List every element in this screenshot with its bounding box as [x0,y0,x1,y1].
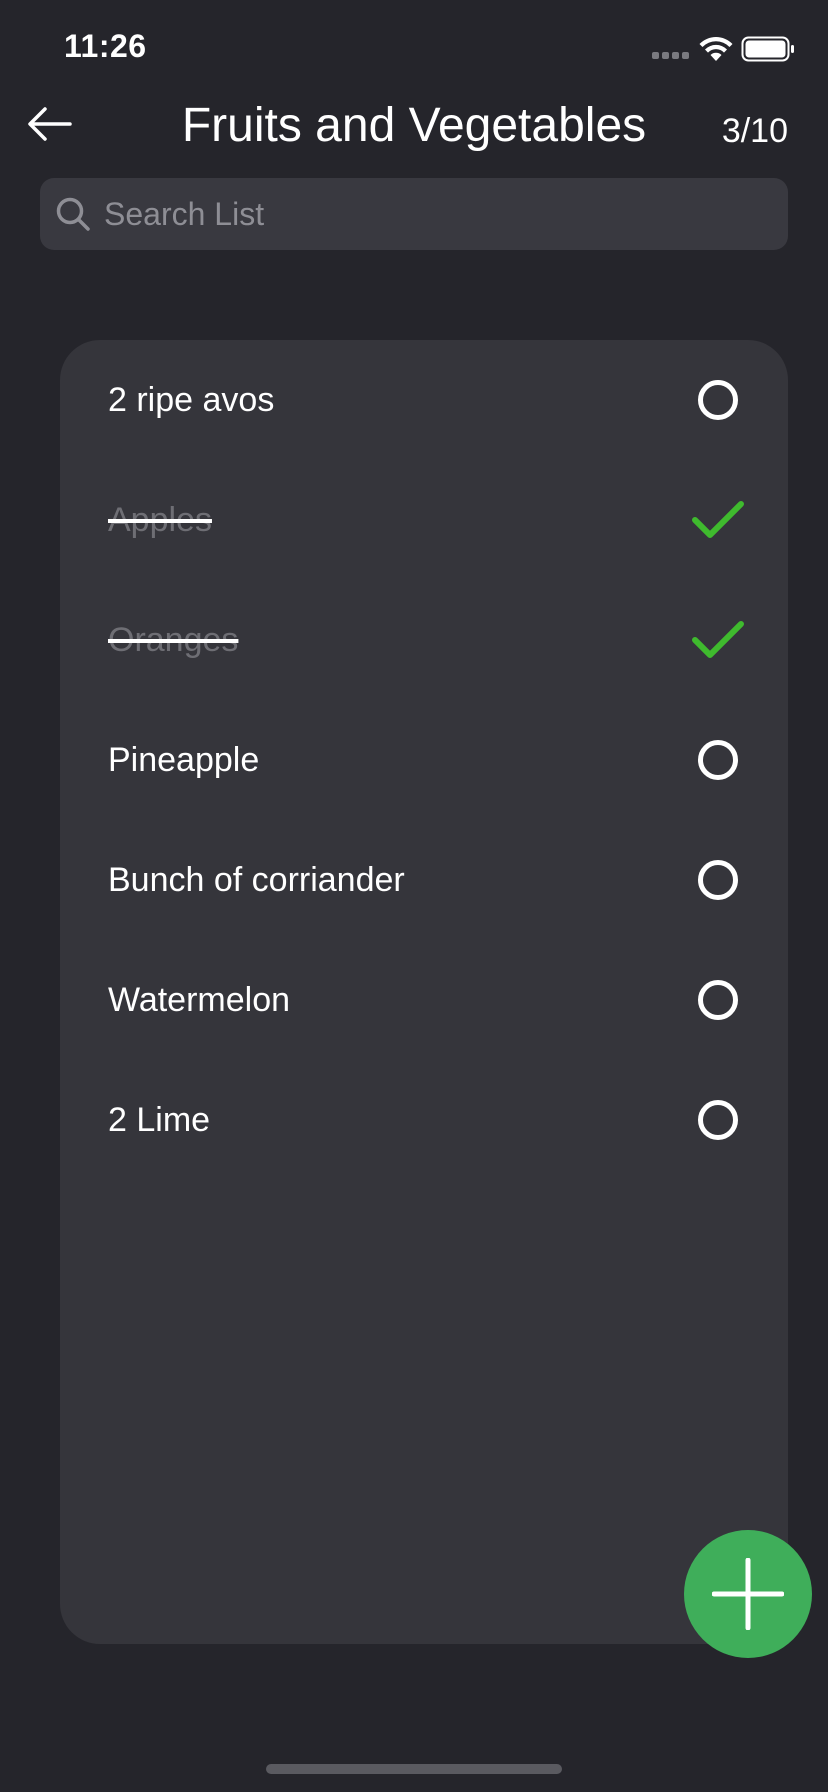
unchecked-circle-icon [698,380,738,420]
item-label: Bunch of corriander [108,860,405,899]
app-screen: 11:26 Fruits and Vegetables 3/10 2 ripe … [0,0,828,1792]
search-bar[interactable] [40,178,788,250]
add-item-button[interactable] [684,1530,812,1658]
item-label: Oranges [108,620,239,659]
list-card: 2 ripe avos Apples Oranges Pineapple Bun… [60,340,788,1644]
item-checkbox[interactable] [690,852,746,908]
list-item[interactable]: 2 ripe avos [60,340,788,460]
signal-dots-icon [652,52,689,59]
wifi-icon [699,37,733,61]
list-item[interactable]: 2 Lime [60,1060,788,1180]
item-label: Pineapple [108,740,260,779]
page-title: Fruits and Vegetables [181,99,647,152]
status-time: 11:26 [64,28,147,64]
arrow-left-icon [28,107,72,141]
item-checkbox[interactable] [690,612,746,668]
item-label: 2 Lime [108,1100,211,1139]
list-item[interactable]: Oranges [60,580,788,700]
item-checkbox[interactable] [690,1092,746,1148]
search-icon [56,197,90,231]
list-item[interactable]: Bunch of corriander [60,820,788,940]
list-item[interactable]: Watermelon [60,940,788,1060]
checkmark-icon [692,621,744,658]
list-item[interactable]: Apples [60,460,788,580]
unchecked-circle-icon [698,860,738,900]
unchecked-circle-icon [698,740,738,780]
item-count: 3/10 [721,112,788,150]
plus-icon [712,1558,784,1630]
item-checkbox[interactable] [690,732,746,788]
search-input[interactable] [102,183,788,245]
item-label: Apples [108,500,212,539]
list-item[interactable]: Pineapple [60,700,788,820]
item-label: Watermelon [108,980,291,1019]
battery-icon [741,36,794,62]
item-checkbox[interactable] [690,492,746,548]
item-label: 2 ripe avos [108,380,275,419]
unchecked-circle-icon [698,1100,738,1140]
item-checkbox[interactable] [690,972,746,1028]
home-indicator[interactable] [266,1764,562,1774]
back-button[interactable] [20,96,80,152]
unchecked-circle-icon [698,980,738,1020]
item-checkbox[interactable] [690,372,746,428]
checkmark-icon [692,501,744,538]
